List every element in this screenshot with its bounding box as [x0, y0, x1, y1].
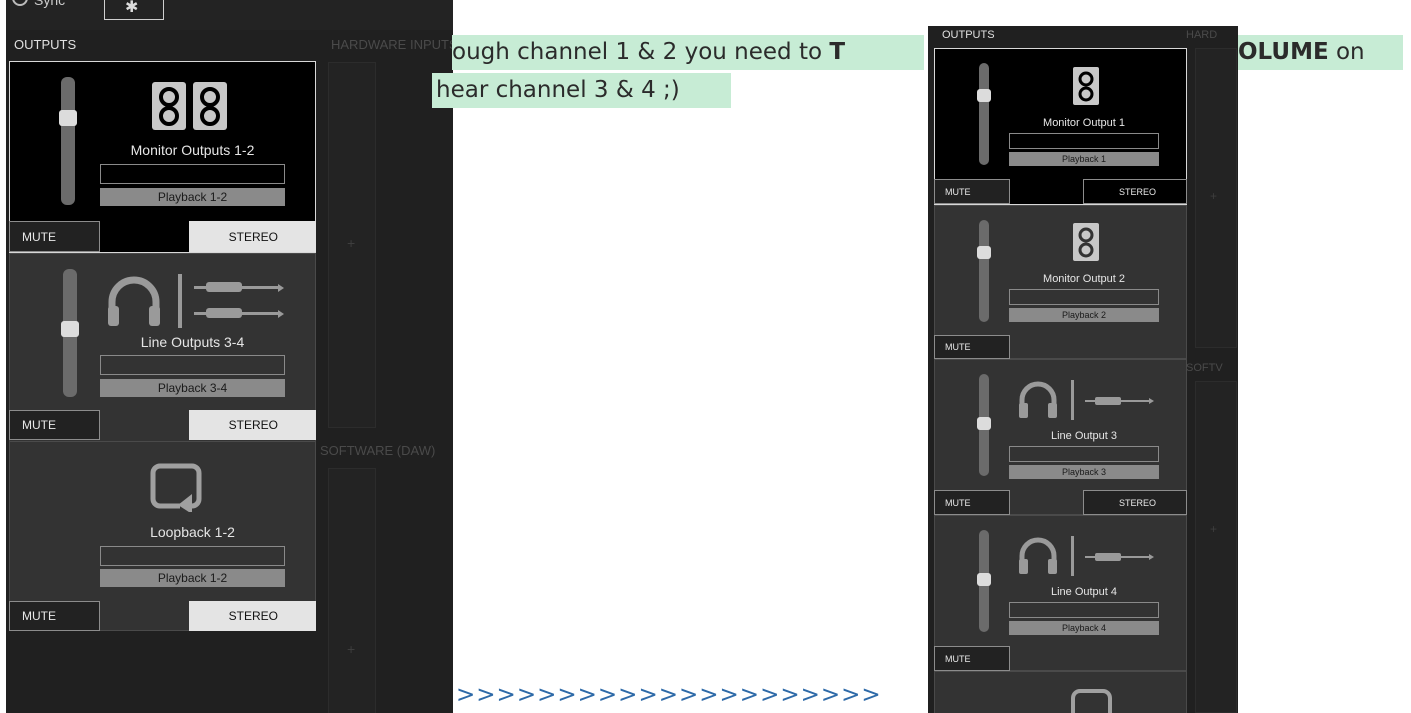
instruction-line-1-start: ough channel 1 & 2 you need to	[452, 39, 830, 65]
loopback-icon	[1071, 689, 1112, 713]
playback-source-label[interactable]: Playback 1-2	[100, 188, 285, 206]
mute-button[interactable]: MUTE	[934, 490, 1010, 515]
left-mixer-panel: Sync ✱ OUTPUTS HARDWARE INPUTS SOFTWARE …	[6, 0, 453, 713]
volume-slider[interactable]	[61, 77, 75, 205]
software-daw-heading: SOFTWARE (DAW)	[320, 443, 436, 458]
mute-button[interactable]: MUTE	[9, 221, 100, 252]
headphones-jack-icon	[1019, 536, 1154, 576]
stereo-button[interactable]: STEREO	[189, 221, 316, 252]
output-name-field[interactable]	[1009, 446, 1159, 462]
volume-slider-thumb[interactable]	[977, 246, 991, 259]
add-hardware-input-button[interactable]: +	[1210, 189, 1217, 203]
instruction-line-1-end: OLUME on	[1238, 35, 1403, 70]
settings-button[interactable]: ✱	[104, 0, 164, 20]
mute-button[interactable]: MUTE	[934, 335, 1010, 359]
volume-slider-thumb[interactable]	[977, 417, 991, 430]
headphones-and-jacks-icon	[108, 274, 284, 328]
mute-button[interactable]: MUTE	[9, 410, 100, 440]
instruction-line-1-bold: T	[829, 39, 846, 65]
stereo-button[interactable]: STEREO	[189, 601, 316, 631]
add-software-input-button[interactable]: +	[347, 641, 355, 657]
instruction-line-2: hear channel 3 & 4 ;)	[432, 73, 731, 108]
software-inputs-strip: +	[328, 468, 376, 713]
output-name: Line Output 4	[1050, 586, 1118, 598]
instruction-line-1: ough channel 1 & 2 you need to T	[452, 35, 924, 70]
output-card-loopback-partial[interactable]	[934, 671, 1187, 713]
hardware-inputs-heading: HARDWARE INPUTS	[331, 37, 453, 52]
speaker-pair-icon	[152, 82, 227, 130]
mute-button[interactable]: MUTE	[934, 179, 1010, 204]
output-name: Monitor Outputs 1-2	[130, 142, 255, 158]
output-name: Monitor Output 1	[1043, 117, 1125, 129]
right-mixer-panel: OUTPUTS HARD SOFTV + + Monitor Output 1 …	[928, 26, 1238, 713]
instruction-line-2-text: hear channel 3 & 4 ;)	[436, 77, 680, 103]
loopback-icon	[150, 463, 202, 512]
output-name: Line Outputs 3-4	[140, 334, 245, 350]
output-name: Loopback 1-2	[150, 524, 235, 540]
stereo-button[interactable]: STEREO	[1083, 490, 1187, 515]
hardware-inputs-strip: +	[1195, 48, 1237, 348]
add-hardware-input-button[interactable]: +	[347, 235, 355, 251]
playback-source-label[interactable]: Playback 3	[1009, 465, 1159, 479]
output-name-field[interactable]	[1009, 602, 1159, 618]
headphones-jack-icon	[1019, 380, 1154, 420]
instruction-line-1-tail: on	[1328, 39, 1365, 65]
output-name-field[interactable]	[1009, 289, 1159, 305]
software-inputs-strip: +	[1195, 381, 1237, 713]
output-name-field[interactable]	[100, 355, 285, 375]
outputs-heading: OUTPUTS	[14, 37, 77, 52]
hardware-inputs-strip: +	[328, 62, 376, 428]
gear-icon: ✱	[125, 0, 139, 16]
hardware-inputs-heading: HARD	[1186, 29, 1218, 41]
volume-slider-thumb[interactable]	[61, 321, 79, 337]
volume-slider-thumb[interactable]	[977, 89, 991, 102]
playback-source-label[interactable]: Playback 1-2	[100, 569, 285, 587]
speaker-icon	[1073, 223, 1099, 261]
volume-slider-thumb[interactable]	[59, 110, 77, 126]
sync-bar	[6, 0, 453, 30]
playback-source-label[interactable]: Playback 2	[1009, 308, 1159, 322]
playback-source-label[interactable]: Playback 1	[1009, 152, 1159, 166]
volume-slider[interactable]	[979, 220, 989, 322]
outputs-heading: OUTPUTS	[942, 29, 995, 41]
mute-button[interactable]: MUTE	[934, 646, 1010, 671]
add-software-input-button[interactable]: +	[1210, 522, 1217, 536]
arrow-pointer: >>>>>>>>>>>>>>>>>>>>>	[456, 682, 882, 708]
software-daw-heading: SOFTV	[1186, 362, 1223, 374]
playback-source-label[interactable]: Playback 4	[1009, 621, 1159, 635]
output-name: Monitor Output 2	[1043, 273, 1125, 285]
output-name: Line Output 3	[1050, 430, 1118, 442]
output-name-field[interactable]	[100, 164, 285, 184]
sync-label: Sync	[34, 0, 66, 8]
volume-slider[interactable]	[979, 63, 989, 165]
stereo-button[interactable]: STEREO	[189, 410, 316, 440]
mute-button[interactable]: MUTE	[9, 601, 100, 631]
instruction-line-1-bold-end: OLUME	[1238, 39, 1329, 65]
speaker-icon	[1073, 67, 1099, 105]
volume-slider-thumb[interactable]	[977, 573, 991, 586]
stereo-button[interactable]: STEREO	[1083, 179, 1187, 204]
output-name-field[interactable]	[1009, 133, 1159, 149]
output-name-field[interactable]	[100, 546, 285, 566]
playback-source-label[interactable]: Playback 3-4	[100, 379, 285, 397]
